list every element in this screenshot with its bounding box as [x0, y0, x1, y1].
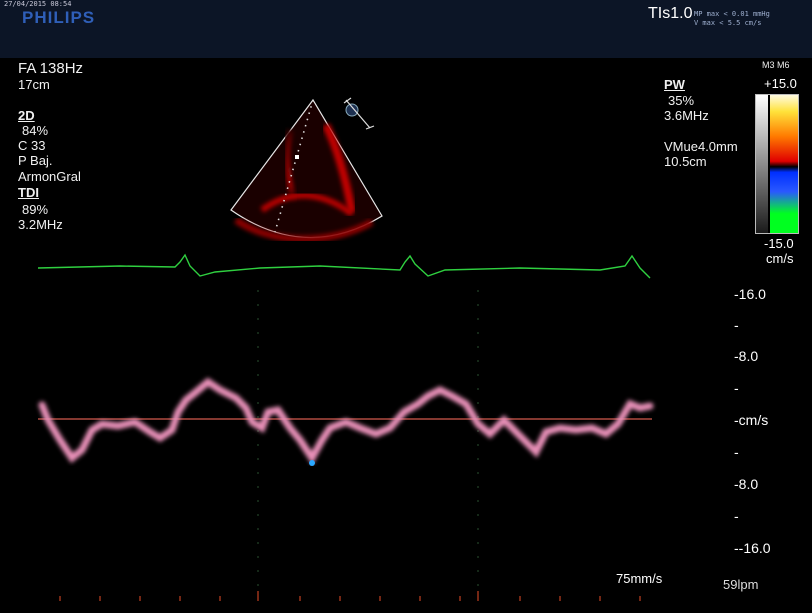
tdi-doppler-trace: [38, 377, 654, 465]
imaging-canvas: [37, 97, 654, 601]
time-ticks: [59, 591, 641, 601]
cursor-marker[interactable]: [309, 460, 315, 466]
probe-orientation-icon: [343, 97, 375, 130]
sector-image[interactable]: [230, 98, 383, 243]
ecg-trace: [37, 253, 651, 279]
